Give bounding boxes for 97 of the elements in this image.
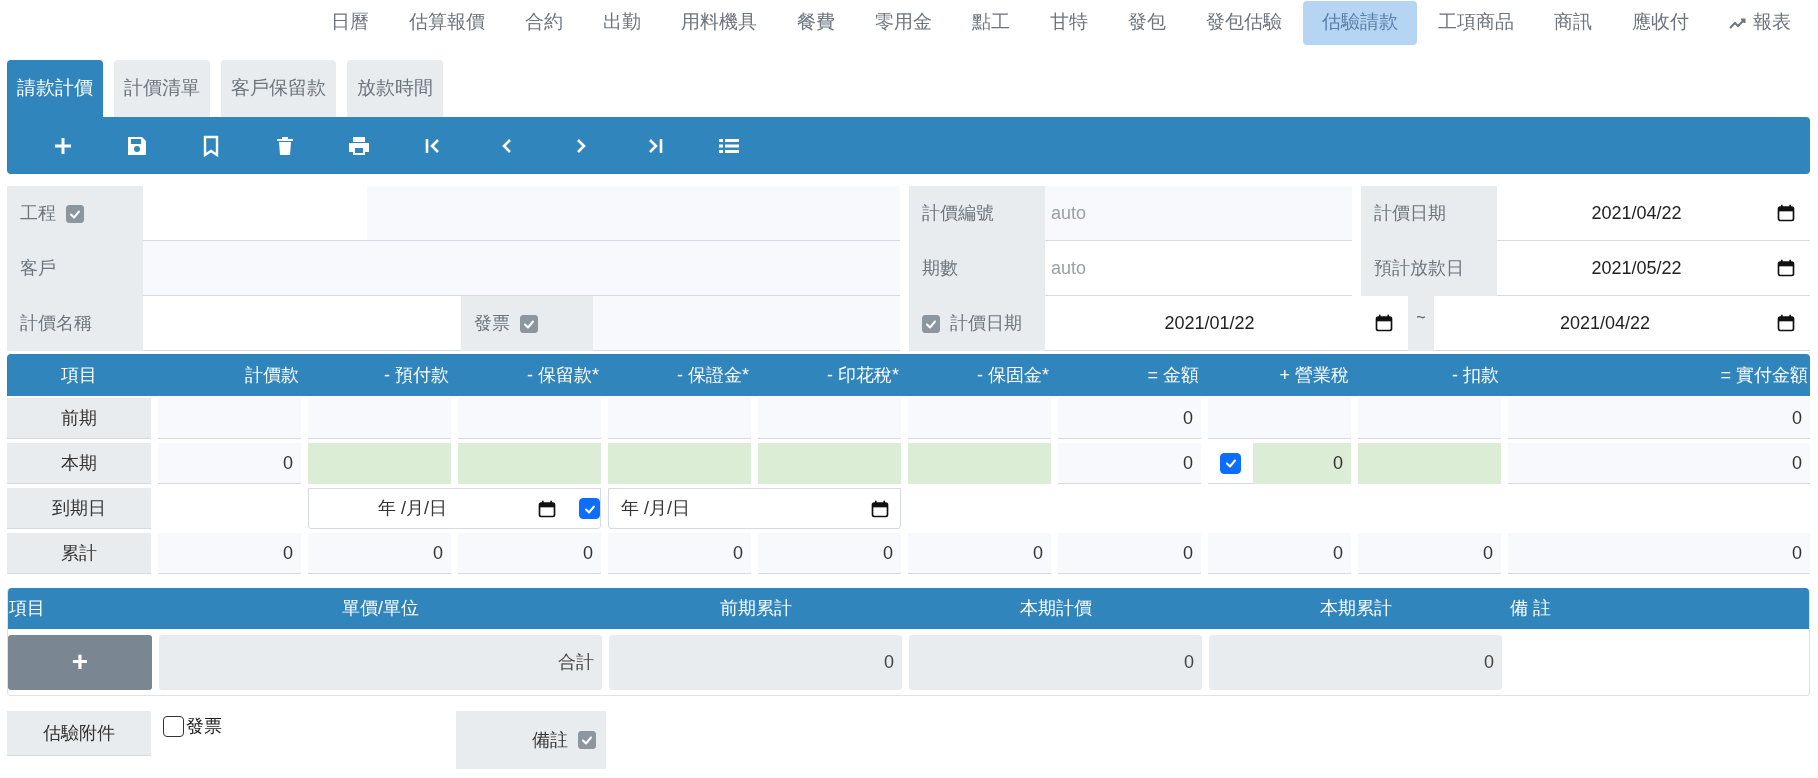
range-separator: ~ (1416, 308, 1426, 328)
total-cell: 0 (1209, 634, 1502, 690)
field-label: 計價日期 (950, 312, 1022, 335)
checkbox[interactable] (922, 314, 940, 333)
checkbox-label: 發票 (186, 714, 222, 738)
nav-link[interactable]: 合約 (506, 0, 582, 45)
nav-link[interactable]: 用料機具 (662, 0, 776, 45)
column-header: 本期計價 (1018, 597, 1093, 620)
attachment-button[interactable]: 估驗附件 (7, 711, 151, 756)
nav-link[interactable]: 發包 (1109, 0, 1185, 45)
nav-link[interactable]: 報表 (1710, 0, 1810, 45)
table-cell: 0 (908, 533, 1051, 574)
field-label: 預計放款日 (1374, 257, 1464, 280)
nav-link[interactable]: 工項商品 (1419, 0, 1533, 45)
tab[interactable]: 計價清單 (114, 60, 210, 117)
nav-link[interactable]: 出勤 (584, 0, 660, 45)
nav-link[interactable]: 日曆 (312, 0, 388, 45)
table-cell: 0 (1358, 533, 1501, 574)
calendar-icon (1776, 203, 1796, 223)
field-label: 計價名稱 (20, 312, 92, 335)
nav-link[interactable]: 估驗請款 (1303, 0, 1417, 45)
column-header: + 營業稅 (1278, 363, 1350, 387)
column-header: - 保留款* (526, 363, 600, 387)
text-field[interactable] (593, 296, 900, 351)
table-cell: 0 (1058, 443, 1201, 484)
row-label: 到期日 (7, 488, 151, 529)
checkbox[interactable] (163, 715, 184, 737)
calendar-icon (870, 498, 890, 519)
table-cell: 0 (1208, 533, 1351, 574)
nav-link[interactable]: 發包估驗 (1187, 0, 1301, 45)
calendar-icon (1776, 313, 1796, 333)
row-label: 前期 (7, 398, 151, 439)
column-header: 項目 (8, 597, 46, 620)
nav-link[interactable]: 餐費 (778, 0, 854, 45)
table-cell: 0 (458, 533, 601, 574)
input-field[interactable] (608, 443, 751, 484)
table-cell: 0 (158, 443, 301, 484)
checkbox[interactable] (1220, 452, 1241, 474)
field-label: 工程 (20, 202, 56, 225)
column-header: - 保證金* (676, 363, 750, 387)
calendar-icon (1374, 313, 1394, 333)
table-cell: 0 (1058, 533, 1201, 574)
text-field[interactable] (367, 186, 900, 241)
field-label: 計價編號 (922, 202, 994, 225)
input-field[interactable] (458, 443, 601, 484)
tab[interactable]: 放款時間 (347, 60, 443, 117)
column-header: = 金額 (1146, 363, 1200, 387)
checkbox[interactable] (66, 204, 84, 223)
column-header: - 扣款 (1451, 363, 1500, 387)
text-field[interactable] (143, 241, 900, 296)
table-cell: 0 (1508, 443, 1810, 484)
column-header: - 預付款 (383, 363, 450, 387)
nav-link[interactable]: 零用金 (856, 0, 951, 45)
row-label: 累計 (7, 533, 151, 574)
column-header: 備 註 (1509, 597, 1552, 620)
nav-link[interactable]: 點工 (953, 0, 1029, 45)
table-cell: 0 (1508, 533, 1810, 574)
nav-link[interactable]: 估算報價 (390, 0, 504, 45)
table-cell: 0 (308, 533, 451, 574)
input-field[interactable] (308, 443, 451, 484)
column-header: 計價款 (244, 363, 300, 387)
tab[interactable]: 客戶保留款 (221, 60, 336, 117)
input-field[interactable] (908, 443, 1051, 484)
input-field[interactable] (758, 443, 901, 484)
nav-link[interactable]: 商訊 (1535, 0, 1611, 45)
table-cell: 0 (1058, 398, 1201, 439)
checkbox[interactable] (578, 731, 596, 749)
input-field[interactable]: 0 (1253, 443, 1351, 484)
field-label: 客戶 (20, 257, 56, 280)
date-field[interactable]: 年 /月/日 (609, 489, 900, 528)
column-header: 本期累計 (1318, 597, 1393, 620)
table-cell: 0 (608, 533, 751, 574)
column-header: = 實付金額 (1719, 363, 1809, 387)
nav-link[interactable]: 甘特 (1031, 0, 1107, 45)
table-cell: 0 (758, 533, 901, 574)
column-header: 單價/單位 (341, 597, 420, 620)
field-label: 期數 (922, 257, 958, 280)
column-header: - 印花稅* (826, 363, 900, 387)
row-label: 本期 (7, 443, 151, 484)
field-label: 發票 (474, 312, 510, 335)
column-header: 前期累計 (718, 597, 793, 620)
field-label: 備註 (532, 728, 568, 752)
column-header: - 保固金* (976, 363, 1050, 387)
field-label: 計價日期 (1374, 202, 1446, 225)
total-label: 合計 (159, 634, 602, 690)
table-cell: 0 (158, 533, 301, 574)
total-cell: 0 (609, 634, 902, 690)
input-field[interactable] (1358, 443, 1501, 484)
text-field[interactable]: auto (1045, 186, 1352, 241)
add-button[interactable]: + (8, 634, 152, 690)
calendar-icon (1776, 258, 1796, 278)
tab[interactable]: 請款計價 (7, 60, 103, 117)
nav-link[interactable]: 應收付 (1613, 0, 1708, 45)
table-cell: 0 (1508, 398, 1810, 439)
checkbox[interactable] (520, 314, 538, 333)
total-cell: 0 (909, 634, 1202, 690)
column-header: 項目 (60, 363, 98, 387)
